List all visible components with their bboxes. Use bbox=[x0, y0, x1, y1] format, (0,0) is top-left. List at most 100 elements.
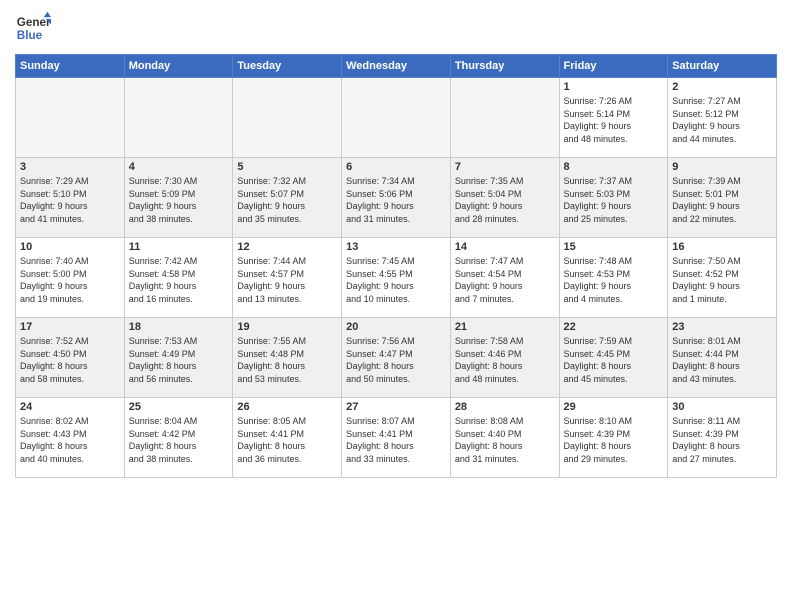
weekday-header-saturday: Saturday bbox=[668, 55, 777, 78]
day-info: Sunrise: 8:07 AM Sunset: 4:41 PM Dayligh… bbox=[346, 415, 446, 465]
calendar-cell: 12 Sunrise: 7:44 AM Sunset: 4:57 PM Dayli… bbox=[233, 238, 342, 318]
day-info: Sunrise: 7:45 AM Sunset: 4:55 PM Dayligh… bbox=[346, 255, 446, 305]
calendar-cell: 13 Sunrise: 7:45 AM Sunset: 4:55 PM Dayli… bbox=[342, 238, 451, 318]
calendar-cell: 25 Sunrise: 8:04 AM Sunset: 4:42 PM Dayli… bbox=[124, 398, 233, 478]
day-number: 15 bbox=[564, 241, 664, 253]
calendar-cell: 1Sunrise: 7:26 AM Sunset: 5:14 PM Daylig… bbox=[559, 78, 668, 158]
weekday-header-thursday: Thursday bbox=[450, 55, 559, 78]
week-row-4: 17 Sunrise: 7:52 AM Sunset: 4:50 PM Dayli… bbox=[16, 318, 777, 398]
calendar-cell: 19 Sunrise: 7:55 AM Sunset: 4:48 PM Dayli… bbox=[233, 318, 342, 398]
day-info: Sunrise: 7:55 AM Sunset: 4:48 PM Dayligh… bbox=[237, 335, 337, 385]
day-info: Sunrise: 7:29 AM Sunset: 5:10 PM Dayligh… bbox=[20, 175, 120, 225]
week-row-3: 10 Sunrise: 7:40 AM Sunset: 5:00 PM Dayli… bbox=[16, 238, 777, 318]
day-number: 7 bbox=[455, 161, 555, 173]
weekday-header-wednesday: Wednesday bbox=[342, 55, 451, 78]
calendar-cell: 18Sunrise: 7:53 AM Sunset: 4:49 PM Dayli… bbox=[124, 318, 233, 398]
day-number: 29 bbox=[564, 401, 664, 413]
week-row-2: 3 Sunrise: 7:29 AM Sunset: 5:10 PM Daylig… bbox=[16, 158, 777, 238]
day-info: Sunrise: 7:52 AM Sunset: 4:50 PM Dayligh… bbox=[20, 335, 120, 385]
calendar-table: SundayMondayTuesdayWednesdayThursdayFrid… bbox=[15, 54, 777, 478]
header: General Blue bbox=[15, 10, 777, 46]
day-info: Sunrise: 8:05 AM Sunset: 4:41 PM Dayligh… bbox=[237, 415, 337, 465]
calendar-cell: 16 Sunrise: 7:50 AM Sunset: 4:52 PM Dayli… bbox=[668, 238, 777, 318]
calendar-cell: 3 Sunrise: 7:29 AM Sunset: 5:10 PM Daylig… bbox=[16, 158, 125, 238]
calendar-cell: 20Sunrise: 7:56 AM Sunset: 4:47 PM Dayli… bbox=[342, 318, 451, 398]
day-number: 2 bbox=[672, 81, 772, 93]
day-info: Sunrise: 7:47 AM Sunset: 4:54 PM Dayligh… bbox=[455, 255, 555, 305]
day-info: Sunrise: 8:04 AM Sunset: 4:42 PM Dayligh… bbox=[129, 415, 229, 465]
day-info: Sunrise: 7:42 AM Sunset: 4:58 PM Dayligh… bbox=[129, 255, 229, 305]
calendar-cell: 21 Sunrise: 7:58 AM Sunset: 4:46 PM Dayli… bbox=[450, 318, 559, 398]
logo: General Blue bbox=[15, 10, 51, 46]
day-number: 16 bbox=[672, 241, 772, 253]
calendar-cell: 14 Sunrise: 7:47 AM Sunset: 4:54 PM Dayli… bbox=[450, 238, 559, 318]
weekday-header-tuesday: Tuesday bbox=[233, 55, 342, 78]
calendar-cell bbox=[124, 78, 233, 158]
calendar-cell: 28Sunrise: 8:08 AM Sunset: 4:40 PM Dayli… bbox=[450, 398, 559, 478]
calendar-cell bbox=[233, 78, 342, 158]
day-number: 20 bbox=[346, 321, 446, 333]
calendar-cell: 7 Sunrise: 7:35 AM Sunset: 5:04 PM Daylig… bbox=[450, 158, 559, 238]
day-info: Sunrise: 7:37 AM Sunset: 5:03 PM Dayligh… bbox=[564, 175, 664, 225]
day-number: 21 bbox=[455, 321, 555, 333]
day-info: Sunrise: 7:34 AM Sunset: 5:06 PM Dayligh… bbox=[346, 175, 446, 225]
calendar-cell: 6 Sunrise: 7:34 AM Sunset: 5:06 PM Daylig… bbox=[342, 158, 451, 238]
calendar-cell: 10 Sunrise: 7:40 AM Sunset: 5:00 PM Dayli… bbox=[16, 238, 125, 318]
day-number: 8 bbox=[564, 161, 664, 173]
day-info: Sunrise: 8:08 AM Sunset: 4:40 PM Dayligh… bbox=[455, 415, 555, 465]
day-info: Sunrise: 7:44 AM Sunset: 4:57 PM Dayligh… bbox=[237, 255, 337, 305]
calendar-cell: 24 Sunrise: 8:02 AM Sunset: 4:43 PM Dayli… bbox=[16, 398, 125, 478]
day-number: 4 bbox=[129, 161, 229, 173]
day-number: 22 bbox=[564, 321, 664, 333]
day-number: 30 bbox=[672, 401, 772, 413]
calendar-cell: 29Sunrise: 8:10 AM Sunset: 4:39 PM Dayli… bbox=[559, 398, 668, 478]
day-number: 9 bbox=[672, 161, 772, 173]
calendar-cell: 5Sunrise: 7:32 AM Sunset: 5:07 PM Daylig… bbox=[233, 158, 342, 238]
calendar-cell: 27 Sunrise: 8:07 AM Sunset: 4:41 PM Dayli… bbox=[342, 398, 451, 478]
day-info: Sunrise: 7:40 AM Sunset: 5:00 PM Dayligh… bbox=[20, 255, 120, 305]
day-number: 25 bbox=[129, 401, 229, 413]
svg-text:General: General bbox=[17, 16, 51, 29]
day-number: 19 bbox=[237, 321, 337, 333]
weekday-header-row: SundayMondayTuesdayWednesdayThursdayFrid… bbox=[16, 55, 777, 78]
day-number: 12 bbox=[237, 241, 337, 253]
day-info: Sunrise: 7:30 AM Sunset: 5:09 PM Dayligh… bbox=[129, 175, 229, 225]
calendar-cell: 17 Sunrise: 7:52 AM Sunset: 4:50 PM Dayli… bbox=[16, 318, 125, 398]
day-info: Sunrise: 7:58 AM Sunset: 4:46 PM Dayligh… bbox=[455, 335, 555, 385]
main-container: General Blue SundayMondayTuesdayWednesda… bbox=[0, 0, 792, 483]
day-number: 11 bbox=[129, 241, 229, 253]
calendar-cell: 26 Sunrise: 8:05 AM Sunset: 4:41 PM Dayli… bbox=[233, 398, 342, 478]
day-number: 13 bbox=[346, 241, 446, 253]
weekday-header-sunday: Sunday bbox=[16, 55, 125, 78]
day-number: 6 bbox=[346, 161, 446, 173]
day-info: Sunrise: 7:35 AM Sunset: 5:04 PM Dayligh… bbox=[455, 175, 555, 225]
weekday-header-monday: Monday bbox=[124, 55, 233, 78]
calendar-cell bbox=[450, 78, 559, 158]
day-info: Sunrise: 7:59 AM Sunset: 4:45 PM Dayligh… bbox=[564, 335, 664, 385]
day-number: 26 bbox=[237, 401, 337, 413]
day-number: 17 bbox=[20, 321, 120, 333]
logo-icon: General Blue bbox=[15, 10, 51, 46]
day-info: Sunrise: 8:02 AM Sunset: 4:43 PM Dayligh… bbox=[20, 415, 120, 465]
day-info: Sunrise: 7:39 AM Sunset: 5:01 PM Dayligh… bbox=[672, 175, 772, 225]
calendar-cell: 2Sunrise: 7:27 AM Sunset: 5:12 PM Daylig… bbox=[668, 78, 777, 158]
svg-text:Blue: Blue bbox=[17, 29, 43, 42]
day-info: Sunrise: 7:32 AM Sunset: 5:07 PM Dayligh… bbox=[237, 175, 337, 225]
day-info: Sunrise: 7:53 AM Sunset: 4:49 PM Dayligh… bbox=[129, 335, 229, 385]
calendar-cell: 15 Sunrise: 7:48 AM Sunset: 4:53 PM Dayli… bbox=[559, 238, 668, 318]
day-number: 10 bbox=[20, 241, 120, 253]
calendar-cell: 22 Sunrise: 7:59 AM Sunset: 4:45 PM Dayli… bbox=[559, 318, 668, 398]
day-number: 14 bbox=[455, 241, 555, 253]
calendar-cell: 30Sunrise: 8:11 AM Sunset: 4:39 PM Dayli… bbox=[668, 398, 777, 478]
day-number: 27 bbox=[346, 401, 446, 413]
calendar-cell: 9 Sunrise: 7:39 AM Sunset: 5:01 PM Daylig… bbox=[668, 158, 777, 238]
day-number: 1 bbox=[564, 81, 664, 93]
week-row-1: 1Sunrise: 7:26 AM Sunset: 5:14 PM Daylig… bbox=[16, 78, 777, 158]
day-number: 3 bbox=[20, 161, 120, 173]
day-number: 24 bbox=[20, 401, 120, 413]
calendar-cell: 4 Sunrise: 7:30 AM Sunset: 5:09 PM Daylig… bbox=[124, 158, 233, 238]
calendar-cell bbox=[342, 78, 451, 158]
day-info: Sunrise: 7:50 AM Sunset: 4:52 PM Dayligh… bbox=[672, 255, 772, 305]
calendar-cell bbox=[16, 78, 125, 158]
day-info: Sunrise: 7:48 AM Sunset: 4:53 PM Dayligh… bbox=[564, 255, 664, 305]
